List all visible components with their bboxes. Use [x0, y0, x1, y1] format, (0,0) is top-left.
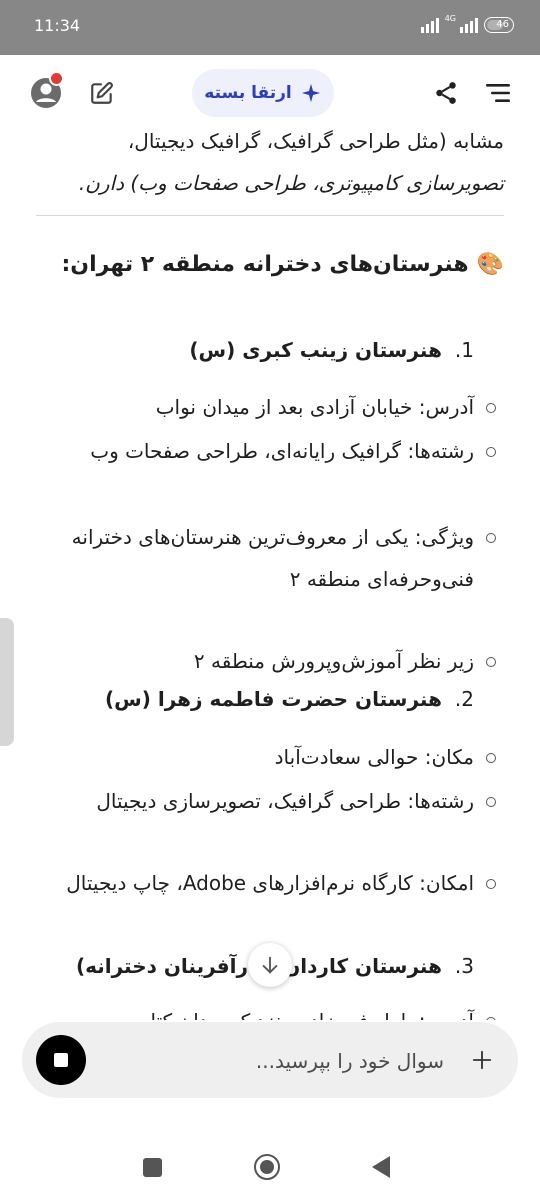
heading-text: هنرستان‌های دخترانه منطقه ۲ تهران:	[61, 252, 469, 277]
list-item: مکان: حوالی سعادت‌آباد	[34, 736, 496, 778]
composer	[22, 1022, 518, 1098]
upgrade-label: ارتقا بسته	[204, 83, 292, 103]
list-item: آدرس: خیابان آزادی بعد از میدان نواب	[34, 386, 496, 428]
back-icon[interactable]	[372, 1156, 390, 1178]
profile-button[interactable]	[26, 71, 66, 113]
upgrade-button[interactable]: ارتقا بسته	[192, 69, 334, 117]
attach-button[interactable]	[466, 1044, 498, 1076]
battery-level: 46	[496, 19, 509, 30]
list-item: امکان: کارگاه نرم‌افزارهای Adobe، چاپ دی…	[34, 862, 496, 904]
signal-icon-2	[460, 15, 478, 33]
plus-icon	[472, 1050, 492, 1070]
intro-line: تصویرسازی کامپیوتری، طراحی صفحات وب) دار…	[78, 171, 504, 195]
list-item: ویژگی: یکی از معروف‌ترین هنرستان‌های دخت…	[34, 516, 496, 600]
list-item: رشته‌ها: گرافیک رایانه‌ای، طراحی صفحات و…	[34, 430, 496, 472]
section-heading: 🎨 هنرستان‌های دخترانه منطقه ۲ تهران:	[62, 252, 505, 277]
stop-icon	[54, 1053, 68, 1067]
arrow-down-icon	[262, 956, 278, 974]
status-icons: 4G 46	[420, 14, 514, 33]
sparkle-icon	[301, 83, 320, 103]
share-button[interactable]	[426, 73, 466, 113]
home-icon[interactable]	[254, 1154, 280, 1180]
menu-icon	[486, 84, 510, 102]
list-item: آدرس: بلوار فرحزادی، نزدیک میدان کتاب	[34, 1000, 496, 1020]
school-name: هنرستان حضرت فاطمه زهرا (س)	[105, 687, 442, 711]
ask-input[interactable]	[102, 1042, 446, 1080]
list-item: زیر نظر آموزش‌وپرورش منطقه ۲	[34, 640, 496, 682]
item-number: 2.	[454, 687, 474, 711]
scroll-down-button[interactable]	[248, 943, 292, 987]
network-type: 4G	[444, 14, 456, 23]
notification-dot	[49, 71, 64, 86]
chat-content: مشابه (مثل طراحی گرافیک، گرافیک دیجیتال،…	[0, 120, 540, 1020]
school-item-1: 1. هنرستان زینب کبری (س)	[189, 338, 474, 362]
item-number: 1.	[454, 338, 474, 362]
clock: 11:34	[34, 16, 81, 35]
menu-button[interactable]	[478, 73, 518, 113]
school-name: هنرستان زینب کبری (س)	[189, 338, 442, 362]
app-header: ارتقا بسته	[0, 55, 540, 130]
signal-icon	[420, 15, 439, 33]
stop-button[interactable]	[36, 1035, 86, 1085]
battery-icon: 46	[484, 17, 514, 33]
divider	[36, 215, 504, 216]
item-number: 3.	[454, 954, 474, 978]
intro-paragraph: مشابه (مثل طراحی گرافیک، گرافیک دیجیتال،…	[34, 120, 504, 204]
new-chat-button[interactable]	[82, 73, 122, 113]
system-nav-bar	[0, 1130, 540, 1200]
recents-icon[interactable]	[143, 1158, 162, 1177]
status-bar: 11:34 4G 46	[0, 0, 540, 55]
edit-icon	[91, 82, 113, 104]
palette-icon: 🎨	[476, 252, 504, 277]
share-icon	[436, 82, 456, 104]
school-item-2: 2. هنرستان حضرت فاطمه زهرا (س)	[105, 687, 474, 711]
list-item: رشته‌ها: طراحی گرافیک، تصویرسازی دیجیتال	[34, 780, 496, 822]
scrollbar-handle[interactable]	[0, 618, 14, 746]
